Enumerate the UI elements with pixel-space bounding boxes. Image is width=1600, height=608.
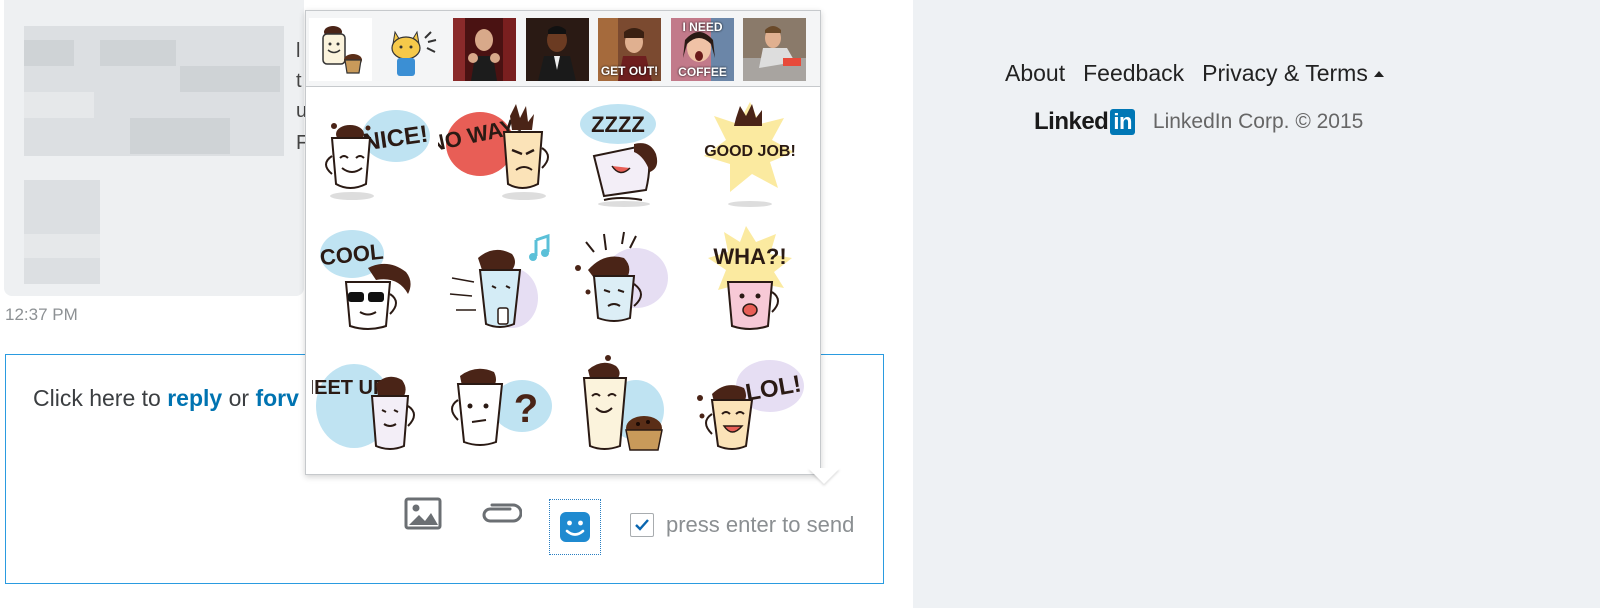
footer-links: About Feedback Privacy & Terms [1005, 60, 1420, 87]
sticker-no-way[interactable]: NO WAY! [427, 96, 560, 214]
sticker-good-job[interactable]: GOOD JOB! [690, 96, 812, 214]
pack-tab-gif-applause[interactable] [526, 18, 589, 81]
coffee-dancing-sticker-icon [449, 233, 550, 328]
sticker-nice[interactable]: NICE! [312, 96, 434, 214]
pack-tab-gif-clap[interactable] [453, 18, 516, 81]
coffee-meet-up-sticker-icon: MEET UP? [297, 364, 415, 450]
sticker-button[interactable] [549, 499, 601, 555]
gif-caption-top: I NEED [682, 20, 723, 34]
coffee-no-way-sticker-icon: NO WAY! [427, 104, 549, 200]
prompt-text: Click here to [33, 385, 168, 411]
sticker-wha[interactable]: WHA?! [690, 222, 812, 340]
footer-link-about[interactable]: About [1005, 60, 1065, 87]
footer-link-privacy-terms[interactable]: Privacy & Terms [1202, 60, 1402, 87]
sticker-lol[interactable]: LOL! [690, 350, 812, 468]
caret-up-icon [1373, 70, 1384, 77]
reply-link[interactable]: reply [167, 385, 222, 411]
coffee-question-sticker-icon: ? [451, 368, 552, 446]
sticker-picker: GET OUT! I NEED COFFEE NICE! NO WAY! ZZZ… [297, 10, 821, 475]
copyright-text: LinkedIn Corp. © 2015 [1152, 110, 1364, 133]
footer-link-feedback[interactable]: Feedback [1083, 60, 1184, 87]
sticker-grid: NICE! NO WAY! ZZZZ GOOD JOB! COOL WHA?! … [297, 88, 820, 474]
pack-tab-cat[interactable] [381, 18, 444, 81]
send-on-enter-label: press enter to send [666, 512, 855, 537]
prompt-text: or [222, 385, 256, 411]
coffee-muffin-sticker-icon [582, 355, 664, 451]
coffee-alert-sticker-icon [575, 231, 668, 322]
coffee-sleeping-sticker-icon: ZZZZ [580, 104, 658, 207]
coffee-good-job-sticker-icon: GOOD JOB! [704, 102, 796, 207]
send-on-enter-checkbox[interactable] [630, 513, 654, 537]
sticker-text: ZZZZ [591, 112, 645, 137]
logo-in-badge: in [1110, 109, 1135, 135]
sticker-surprised[interactable] [564, 222, 686, 340]
footer-brand: Linked in LinkedIn Corp. © 2015 [1034, 108, 1363, 136]
sticker-pack-tabs: GET OUT! I NEED COFFEE [306, 11, 820, 87]
gif-thumbnail-icon [743, 18, 806, 81]
coffee-nice-sticker-icon: NICE! [325, 110, 430, 200]
sticker-text: ? [514, 387, 538, 431]
pack-tab-gif-need-coffee[interactable]: I NEED COFFEE [671, 18, 734, 81]
checkmark-icon [635, 519, 649, 531]
message-text-fragment: t [296, 70, 302, 92]
sticker-zzzz[interactable]: ZZZZ [564, 96, 686, 214]
message-bubble [4, 0, 304, 296]
smiley-icon [560, 512, 590, 542]
gif-caption: COFFEE [678, 65, 727, 79]
gif-thumbnail-icon [453, 18, 516, 81]
coffee-lol-sticker-icon: LOL! [697, 360, 804, 450]
linkedin-logo: Linked in [1034, 108, 1135, 136]
message-timestamp: 12:37 PM [5, 305, 78, 324]
sticker-muffin[interactable] [564, 350, 686, 468]
composer-prompt[interactable]: Click here to reply or forv [33, 385, 299, 412]
send-on-enter-toggle[interactable]: press enter to send [630, 512, 854, 538]
attach-image-button[interactable] [402, 493, 444, 535]
gif-caption: GET OUT! [600, 64, 659, 78]
attach-file-button[interactable] [480, 493, 522, 535]
sticker-meet-up[interactable]: MEET UP? [297, 350, 434, 468]
message-text-fragment: l [296, 40, 301, 62]
cat-sticker-icon [391, 30, 437, 76]
forward-link[interactable]: forv [255, 385, 298, 411]
coffee-cool-sticker-icon: COOL [319, 230, 411, 330]
image-icon [404, 497, 442, 530]
pack-tab-gif-office[interactable] [743, 18, 806, 81]
pack-tab-gif-get-out[interactable]: GET OUT! [598, 18, 661, 81]
privacy-terms-label: Privacy & Terms [1202, 60, 1368, 86]
sticker-text: WHA?! [713, 244, 786, 269]
paperclip-icon [482, 503, 522, 523]
coffee-cup-sticker-icon [322, 26, 362, 74]
coffee-wha-sticker-icon: WHA?! [708, 226, 792, 330]
popover-pointer [808, 468, 840, 484]
right-rail: About Feedback Privacy & Terms Linked in … [913, 0, 1600, 608]
sticker-music[interactable] [438, 222, 560, 340]
sticker-question[interactable]: ? [438, 350, 560, 468]
pack-tab-coffee[interactable] [309, 18, 372, 81]
gif-thumbnail-icon [526, 18, 589, 81]
logo-wordmark: Linked [1034, 108, 1109, 135]
sticker-cool[interactable]: COOL [312, 222, 434, 340]
